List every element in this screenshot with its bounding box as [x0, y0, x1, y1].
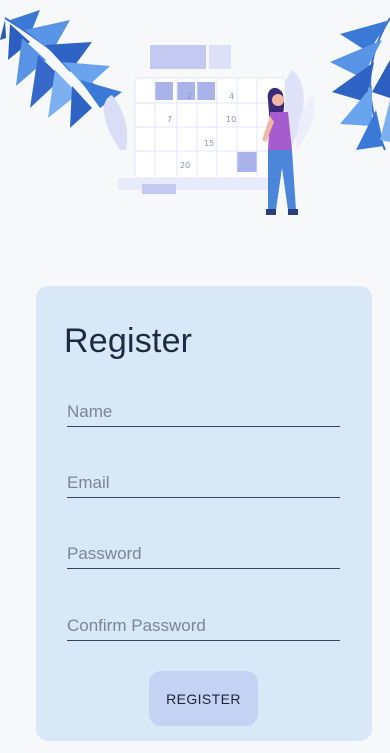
- palm-leaf-icon: [0, 10, 122, 128]
- palm-leaf-icon: [330, 17, 390, 151]
- calendar-icon: 2 4 7 10 15 20: [118, 77, 286, 194]
- confirm-password-input[interactable]: [67, 616, 340, 636]
- password-field: [67, 538, 340, 569]
- svg-text:7: 7: [167, 115, 172, 124]
- calendar-illustration: 2 4 7 10 15 20: [0, 10, 390, 215]
- email-field: [67, 467, 340, 498]
- confirm-password-field: [67, 610, 340, 641]
- page-title: Register: [64, 322, 193, 360]
- svg-text:10: 10: [226, 115, 236, 124]
- register-button[interactable]: REGISTER: [149, 671, 258, 726]
- password-input[interactable]: [67, 544, 340, 564]
- name-input[interactable]: [67, 402, 340, 422]
- register-card: Register REGISTER: [36, 286, 372, 741]
- svg-text:2: 2: [187, 92, 192, 101]
- email-input[interactable]: [67, 473, 340, 493]
- header-illustration: 2 4 7 10 15 20: [0, 0, 390, 240]
- svg-text:20: 20: [180, 161, 190, 170]
- name-field: [67, 396, 340, 427]
- svg-text:4: 4: [229, 92, 234, 101]
- svg-text:15: 15: [204, 139, 214, 148]
